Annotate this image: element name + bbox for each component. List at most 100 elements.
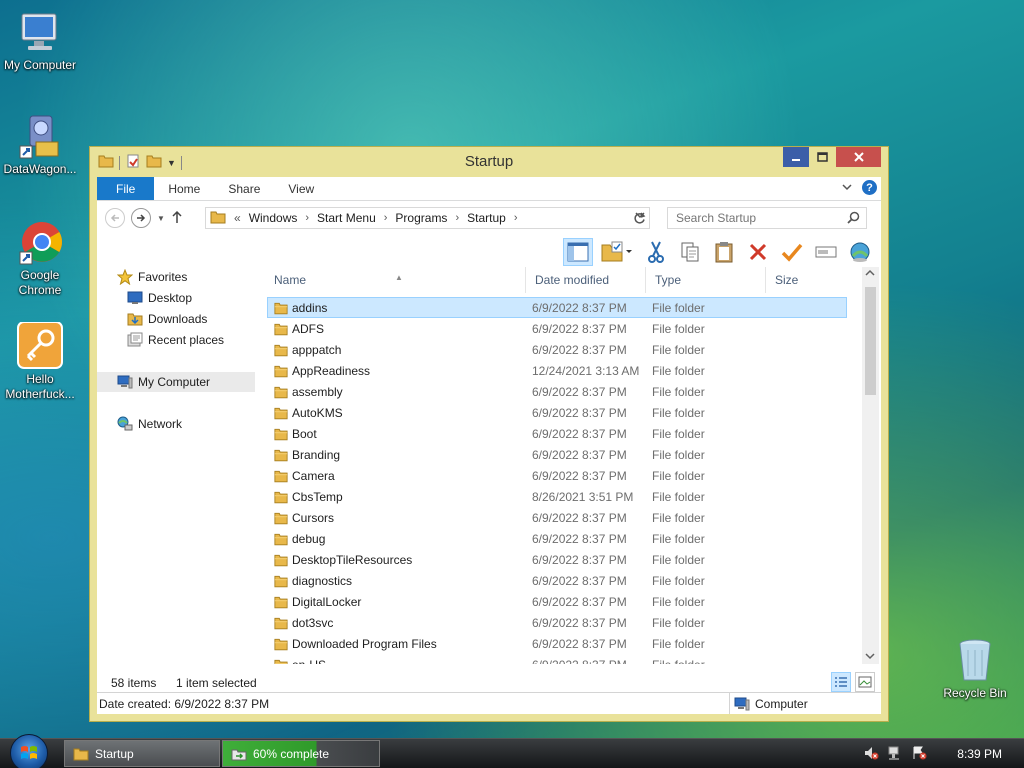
volume-muted-icon[interactable] <box>863 745 879 764</box>
rename-button[interactable] <box>811 238 841 266</box>
breadcrumb-start-menu[interactable]: Start Menu <box>317 211 376 225</box>
table-row[interactable]: assembly 6/9/2022 8:37 PM File folder <box>267 381 847 402</box>
table-row[interactable]: en-US 6/9/2022 8:37 PM File folder <box>267 654 847 664</box>
folder-icon <box>274 554 288 570</box>
table-row[interactable]: Branding 6/9/2022 8:37 PM File folder <box>267 444 847 465</box>
folder-icon <box>274 365 288 381</box>
file-date: 6/9/2022 8:37 PM <box>532 427 627 441</box>
file-name: Downloaded Program Files <box>292 637 437 651</box>
table-row[interactable]: addins 6/9/2022 8:37 PM File folder <box>267 297 847 318</box>
downloads-folder-icon <box>127 313 143 326</box>
refresh-button[interactable] <box>627 207 651 229</box>
desktop-icon-my-computer[interactable]: My Computer <box>0 8 80 73</box>
taskbar: Startup 60% complete 8:39 PM <box>0 734 1024 768</box>
scrollbar-thumb[interactable] <box>865 287 876 395</box>
table-row[interactable]: DesktopTileResources 6/9/2022 8:37 PM File… <box>267 549 847 570</box>
copy-button[interactable] <box>675 238 705 266</box>
open-button[interactable] <box>597 238 637 266</box>
table-row[interactable]: DigitalLocker 6/9/2022 8:37 PM File folder <box>267 591 847 612</box>
search-icon[interactable] <box>847 211 860 227</box>
table-row[interactable]: CbsTemp 8/26/2021 3:51 PM File folder <box>267 486 847 507</box>
taskbar-item-startup[interactable]: Startup <box>64 740 220 767</box>
help-icon[interactable]: ? <box>862 180 877 195</box>
close-button[interactable] <box>836 147 881 167</box>
minimize-button[interactable] <box>783 147 809 167</box>
expand-ribbon-icon[interactable] <box>842 182 852 194</box>
nav-my-computer[interactable]: My Computer <box>97 372 255 392</box>
column-name[interactable]: Name <box>274 273 306 287</box>
column-date-modified[interactable]: Date modified <box>535 273 609 287</box>
breadcrumb-startup[interactable]: Startup <box>467 211 506 225</box>
table-row[interactable]: AutoKMS 6/9/2022 8:37 PM File folder <box>267 402 847 423</box>
nav-favorites[interactable]: Favorites <box>117 267 187 287</box>
file-name: assembly <box>292 385 343 399</box>
recent-locations-icon[interactable]: ▼ <box>157 214 165 223</box>
breadcrumb-windows[interactable]: Windows <box>249 211 298 225</box>
table-row[interactable]: apppatch 6/9/2022 8:37 PM File folder <box>267 339 847 360</box>
forward-button[interactable] <box>131 208 151 228</box>
scroll-up-icon[interactable] <box>865 269 875 279</box>
network-button[interactable] <box>845 238 875 266</box>
column-size[interactable]: Size <box>775 273 798 287</box>
nav-desktop[interactable]: Desktop <box>127 288 192 308</box>
table-row[interactable]: debug 6/9/2022 8:37 PM File folder <box>267 528 847 549</box>
column-type[interactable]: Type <box>655 273 681 287</box>
vertical-scrollbar[interactable] <box>862 267 879 664</box>
chevron-right-icon[interactable]: › <box>455 212 459 224</box>
back-button[interactable] <box>105 208 125 228</box>
key-icon <box>16 321 64 370</box>
table-row[interactable]: AppReadiness 12/24/2021 3:13 AM File folde… <box>267 360 847 381</box>
table-row[interactable]: diagnostics 6/9/2022 8:37 PM File folder <box>267 570 847 591</box>
close-icon <box>853 152 864 162</box>
cut-button[interactable] <box>641 238 671 266</box>
network-status-icon[interactable] <box>887 745 903 764</box>
paste-button[interactable] <box>709 238 739 266</box>
scroll-down-icon[interactable] <box>865 652 875 662</box>
tab-share[interactable]: Share <box>214 177 274 200</box>
breadcrumb-overflow[interactable]: « <box>234 211 241 225</box>
file-name: addins <box>292 301 328 315</box>
nav-recent-places-label: Recent places <box>148 333 225 347</box>
folder-icon <box>274 512 288 528</box>
clock[interactable]: 8:39 PM <box>957 747 1002 761</box>
chevron-right-icon[interactable]: › <box>514 212 518 224</box>
desktop-icon-recycle-bin[interactable]: Recycle Bin <box>935 636 1015 701</box>
large-icons-view-button[interactable] <box>855 672 875 692</box>
table-row[interactable]: Camera 6/9/2022 8:37 PM File folder <box>267 465 847 486</box>
desktop-icon-label: My Computer <box>3 58 77 72</box>
table-row[interactable]: Cursors 6/9/2022 8:37 PM File folder <box>267 507 847 528</box>
nav-downloads[interactable]: Downloads <box>127 309 207 329</box>
details-view-button[interactable] <box>831 672 851 692</box>
taskbar-item-copy-progress[interactable]: 60% complete <box>222 740 380 767</box>
title-bar[interactable]: ▼ Startup <box>90 147 888 177</box>
search-box[interactable] <box>667 207 867 229</box>
action-center-icon[interactable] <box>911 745 927 764</box>
start-button[interactable] <box>10 734 48 768</box>
recent-places-icon <box>127 332 143 347</box>
breadcrumb-programs[interactable]: Programs <box>395 211 447 225</box>
chevron-right-icon[interactable]: › <box>384 212 388 224</box>
table-row[interactable]: Boot 6/9/2022 8:37 PM File folder <box>267 423 847 444</box>
delete-button[interactable] <box>743 238 773 266</box>
nav-network[interactable]: Network <box>117 414 182 434</box>
nav-recent-places[interactable]: Recent places <box>127 330 224 350</box>
address-bar[interactable]: « Windows › Start Menu › Programs › Star… <box>205 207 650 229</box>
maximize-button[interactable] <box>809 147 836 167</box>
tab-file[interactable]: File <box>97 177 155 200</box>
chevron-right-icon[interactable]: › <box>305 212 309 224</box>
up-button[interactable] <box>171 210 183 227</box>
desktop-icon-datawagon[interactable]: DataWagon... <box>0 112 80 177</box>
explorer-window[interactable]: ▼ Startup File Home Share View ? ▼ « Win… <box>89 146 889 722</box>
tab-view[interactable]: View <box>274 177 328 200</box>
table-row[interactable]: dot3svc 6/9/2022 8:37 PM File folder <box>267 612 847 633</box>
table-row[interactable]: Downloaded Program Files 6/9/2022 8:37 PM… <box>267 633 847 654</box>
tab-home[interactable]: Home <box>154 177 214 200</box>
table-row[interactable]: ADFS 6/9/2022 8:37 PM File folder <box>267 318 847 339</box>
desktop-icon-hello[interactable]: Hello Motherfuck... <box>0 321 80 402</box>
desktop-icon-google-chrome[interactable]: Google Chrome <box>0 218 80 298</box>
preview-pane-button[interactable] <box>563 238 593 266</box>
desktop-icon-label: Recycle Bin <box>943 686 1007 700</box>
search-input[interactable] <box>676 211 841 225</box>
properties-button[interactable] <box>777 238 807 266</box>
file-name: Boot <box>292 427 317 441</box>
